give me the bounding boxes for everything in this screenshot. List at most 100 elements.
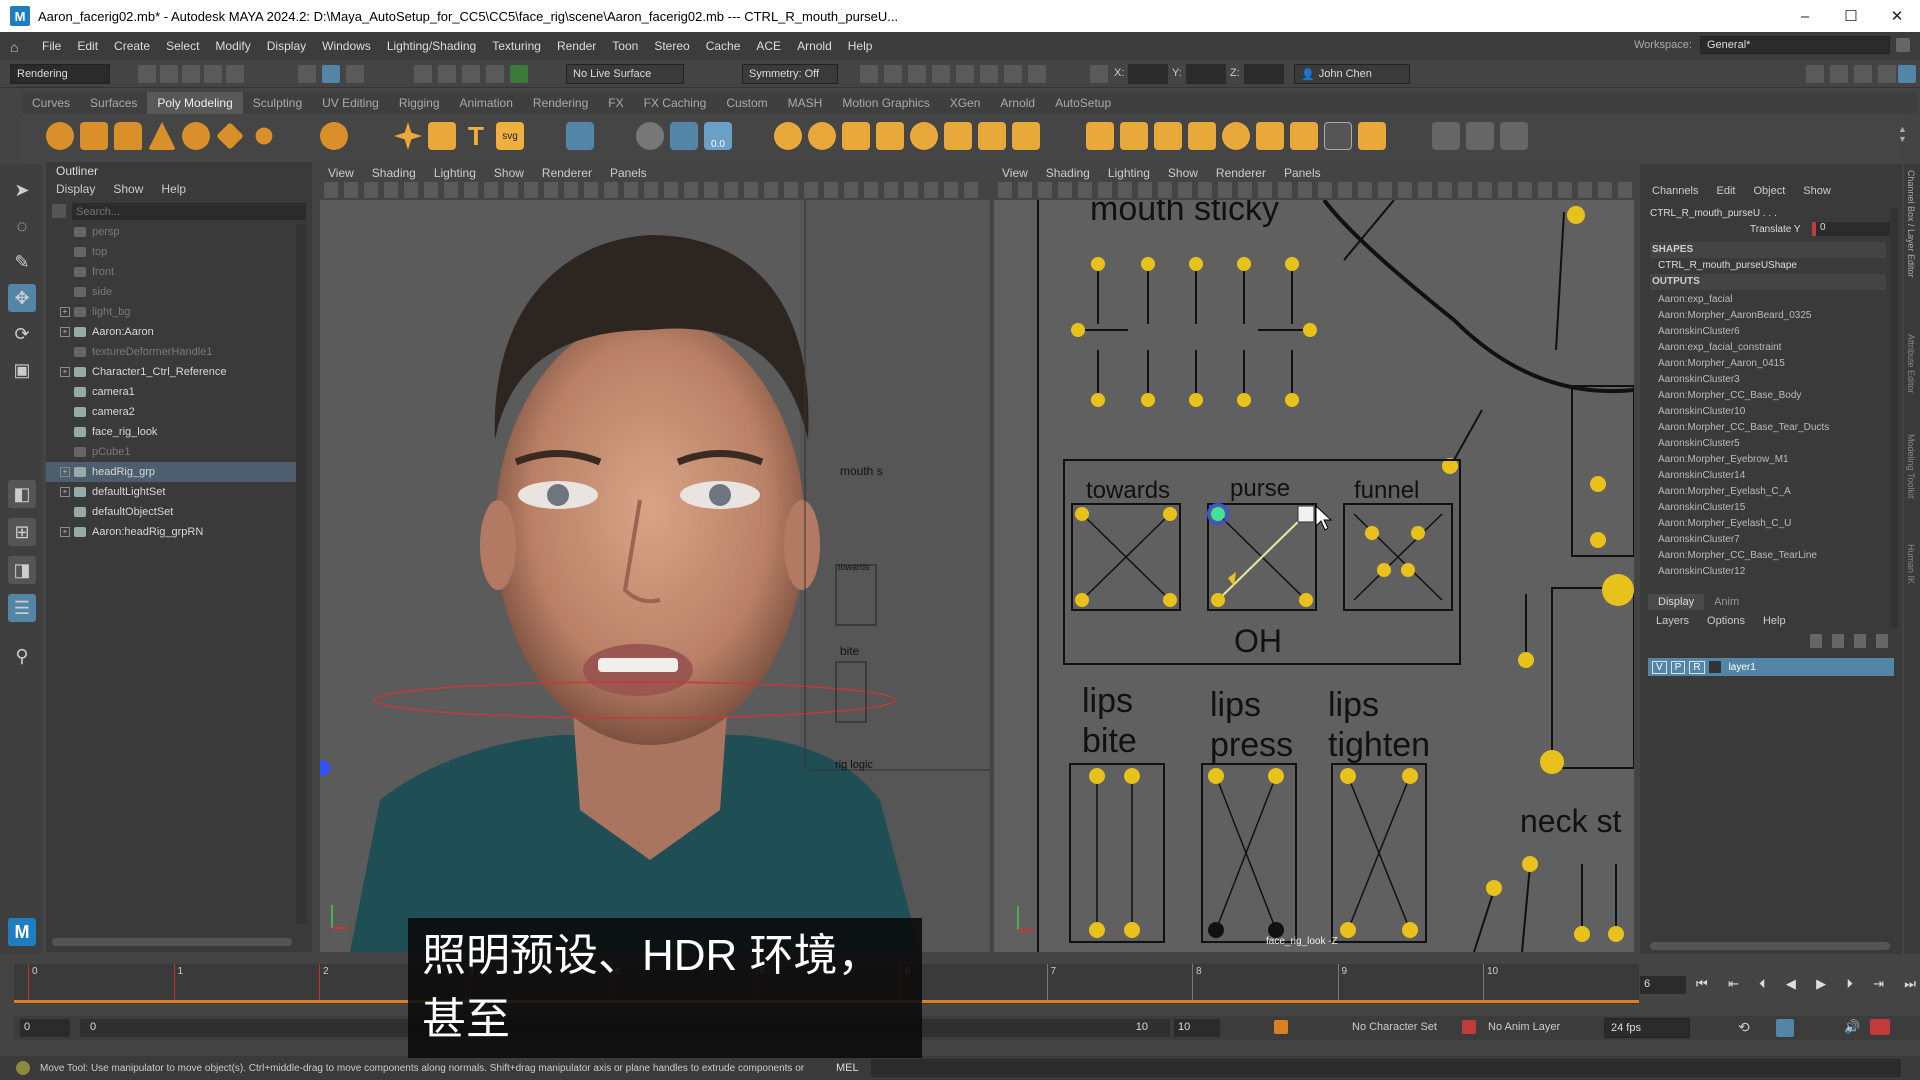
extract-icon[interactable] xyxy=(842,122,870,150)
sticky-ctrl-top-5[interactable] xyxy=(1285,257,1299,271)
shelf-tab-xgen[interactable]: XGen xyxy=(940,96,991,110)
sticky-ctrl-bottom-1[interactable] xyxy=(1091,393,1105,407)
layer-menu-options[interactable]: Options xyxy=(1707,615,1745,627)
sticky-ctrl-top-2[interactable] xyxy=(1141,257,1155,271)
redo-icon[interactable] xyxy=(226,65,244,83)
uv-editor-icon[interactable] xyxy=(1466,122,1494,150)
lips-bite-ctrl-1[interactable] xyxy=(1089,768,1105,784)
menu-file[interactable]: File xyxy=(34,39,69,53)
wedge-icon[interactable] xyxy=(1290,122,1318,150)
auto-key-icon[interactable] xyxy=(1274,1020,1288,1034)
funnel-ctrl-1[interactable] xyxy=(1365,526,1379,540)
vp1-menu-view[interactable]: View xyxy=(328,166,354,180)
combine-icon[interactable] xyxy=(636,122,664,150)
sticky-ctrl-left[interactable] xyxy=(1071,323,1085,337)
outliner-item[interactable]: camera1 xyxy=(46,382,296,402)
cb-menu-edit[interactable]: Edit xyxy=(1716,185,1735,197)
lips-bite-ctrl-3[interactable] xyxy=(1089,922,1105,938)
merge-icon[interactable] xyxy=(1222,122,1250,150)
snap-curve-icon[interactable] xyxy=(438,65,456,83)
close-button[interactable]: ✕ xyxy=(1874,0,1920,32)
poly-cylinder-icon[interactable] xyxy=(114,122,142,150)
step-forward-frame-icon[interactable]: ⏵ xyxy=(1846,976,1853,992)
poly-sphere-icon[interactable] xyxy=(46,122,74,150)
select-hierarchy-icon[interactable] xyxy=(298,65,316,83)
poke-icon[interactable] xyxy=(1324,122,1352,150)
menu-texturing[interactable]: Texturing xyxy=(484,39,549,53)
funnel-ctrl-2[interactable] xyxy=(1411,526,1425,540)
y-field[interactable] xyxy=(1186,64,1226,84)
symmetry-dropdown[interactable]: Symmetry: Off xyxy=(742,64,838,84)
four-view-icon[interactable]: ⊞ xyxy=(8,518,36,546)
expand-icon[interactable]: + xyxy=(60,467,70,477)
cb-output-item[interactable]: AaronskinCluster3 xyxy=(1658,374,1740,385)
outliner-hscrollbar[interactable] xyxy=(52,938,292,946)
super-shape-icon[interactable] xyxy=(394,122,422,150)
vp2-menu-show[interactable]: Show xyxy=(1168,166,1198,180)
user-account-dropdown[interactable]: 👤 John Chen xyxy=(1294,64,1410,84)
menu-cache[interactable]: Cache xyxy=(698,39,749,53)
vp1-menu-lighting[interactable]: Lighting xyxy=(434,166,476,180)
snap-view-icon[interactable] xyxy=(486,65,504,83)
outliner-item[interactable]: pCube1 xyxy=(46,442,296,462)
cb-output-item[interactable]: Aaron:Morpher_Eyelash_C_A xyxy=(1658,486,1791,497)
loop-icon[interactable]: ⟲ xyxy=(1738,1019,1754,1035)
outliner-menu-show[interactable]: Show xyxy=(113,182,143,196)
poly-disc-icon[interactable] xyxy=(255,127,273,145)
neck-ctrl-1[interactable] xyxy=(1518,652,1534,668)
shelf-tab-autosetup[interactable]: AutoSetup xyxy=(1045,96,1121,110)
layer-editor-icon[interactable] xyxy=(1898,65,1916,83)
persp-outliner-icon[interactable]: ◨ xyxy=(8,556,36,584)
append-polygon-icon[interactable] xyxy=(1154,122,1182,150)
separate-icon[interactable] xyxy=(670,122,698,150)
outliner-item[interactable]: persp xyxy=(46,222,296,242)
shelf-tab-animation[interactable]: Animation xyxy=(450,96,523,110)
transform-mode-icon[interactable] xyxy=(1090,65,1108,83)
neck-ctrl-2[interactable] xyxy=(1540,750,1564,774)
outliner-item[interactable]: + Aaron:Aaron xyxy=(46,322,296,342)
undo-icon[interactable] xyxy=(204,65,222,83)
multi-cut-icon[interactable] xyxy=(1120,122,1148,150)
bridge-icon[interactable] xyxy=(978,122,1006,150)
vp1-menu-shading[interactable]: Shading xyxy=(372,166,416,180)
sticky-ctrl-top-3[interactable] xyxy=(1189,257,1203,271)
lips-press-ctrl-3[interactable] xyxy=(1208,922,1224,938)
expand-icon[interactable]: + xyxy=(60,307,70,317)
vp1-menu-show[interactable]: Show xyxy=(494,166,524,180)
vp1-menu-panels[interactable]: Panels xyxy=(610,166,647,180)
shelf-tab-fx-caching[interactable]: FX Caching xyxy=(634,96,717,110)
new-scene-icon[interactable] xyxy=(138,65,156,83)
cb-menu-show[interactable]: Show xyxy=(1803,185,1831,197)
outliner-search-input[interactable] xyxy=(72,203,306,220)
cb-output-item[interactable]: Aaron:Morpher_Aaron_0415 xyxy=(1658,358,1785,369)
cb-output-item[interactable]: AaronskinCluster7 xyxy=(1658,534,1740,545)
cb-output-item[interactable]: Aaron:Morpher_CC_Base_Tear_Ducts xyxy=(1658,422,1829,433)
bevel-icon[interactable] xyxy=(1086,122,1114,150)
minimize-button[interactable]: – xyxy=(1782,0,1828,32)
jaw-ctrl-top[interactable] xyxy=(1567,206,1585,224)
shelf-tab-mash[interactable]: MASH xyxy=(778,96,833,110)
sound-icon[interactable]: 🔊 xyxy=(1844,1019,1860,1035)
funnel-ctrl-3[interactable] xyxy=(1377,563,1391,577)
x-field[interactable] xyxy=(1128,64,1168,84)
sticky-ctrl-bottom-5[interactable] xyxy=(1285,393,1299,407)
collapse-icon[interactable] xyxy=(1188,122,1216,150)
select-tool-icon[interactable]: ➤ xyxy=(8,176,36,204)
shelf-tab-motion-graphics[interactable]: Motion Graphics xyxy=(832,96,939,110)
menu-render[interactable]: Render xyxy=(549,39,604,53)
range-start-field[interactable]: 0 xyxy=(20,1019,70,1037)
step-forward-key-icon[interactable]: ⇥ xyxy=(1873,976,1884,992)
poly-torus-icon[interactable] xyxy=(182,122,210,150)
poly-cube-icon[interactable] xyxy=(80,122,108,150)
anim-layer-label[interactable]: No Anim Layer xyxy=(1488,1021,1560,1033)
preferences-icon[interactable] xyxy=(1870,1019,1890,1035)
cb-scrollbar[interactable] xyxy=(1890,208,1898,628)
tool-settings-icon[interactable] xyxy=(1854,65,1872,83)
cb-output-item[interactable]: AaronskinCluster6 xyxy=(1658,326,1740,337)
lips-bite-ctrl-4[interactable] xyxy=(1124,922,1140,938)
right-viewport-toolbar[interactable] xyxy=(998,182,1634,198)
menu-display[interactable]: Display xyxy=(259,39,314,53)
layer-row-layer1[interactable]: V P R layer1 xyxy=(1648,658,1894,676)
shelf-tab-fx[interactable]: FX xyxy=(598,96,633,110)
sweep-mesh-icon[interactable] xyxy=(428,122,456,150)
